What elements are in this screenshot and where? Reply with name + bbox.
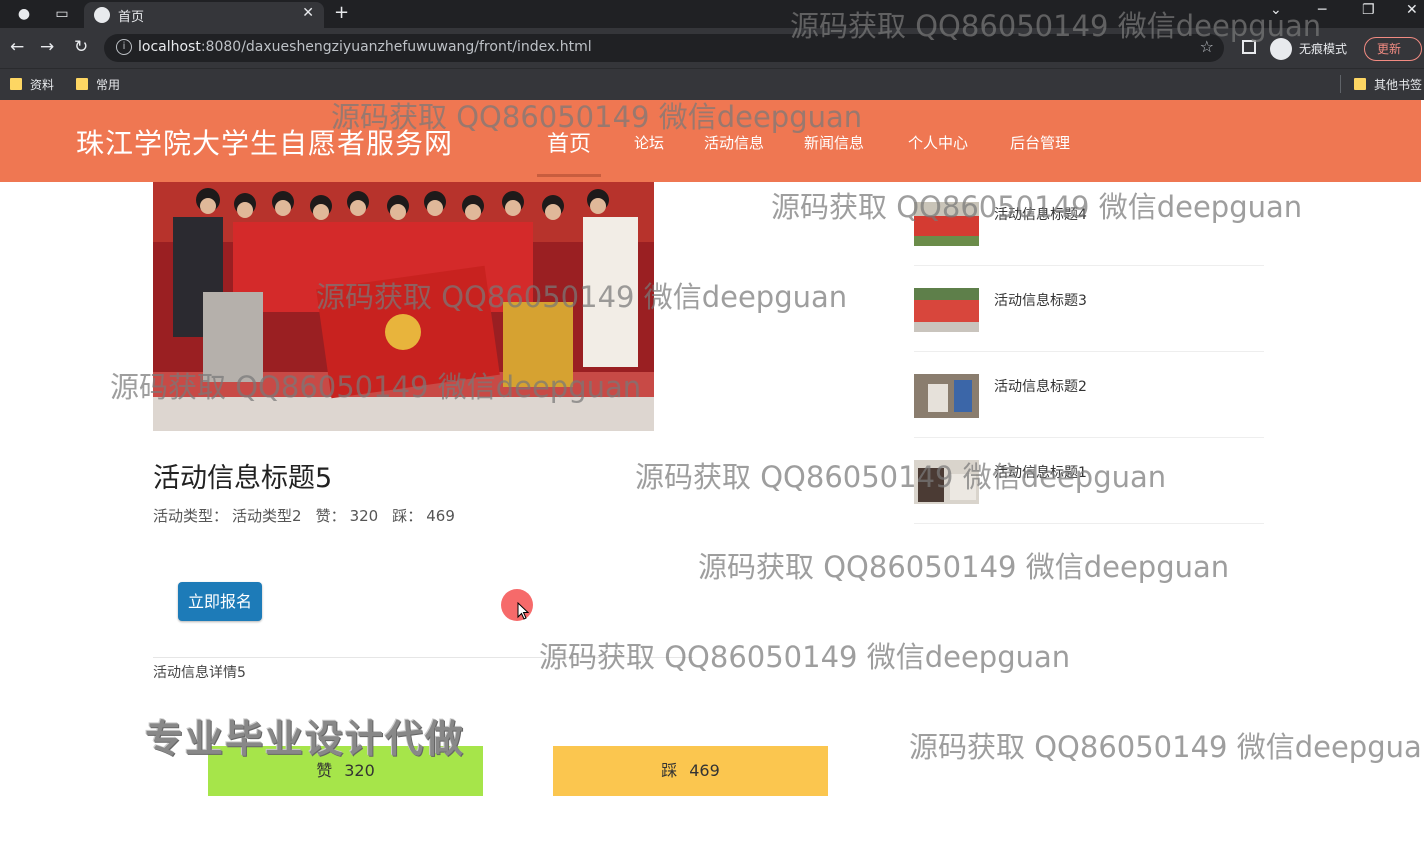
new-tab-icon[interactable]: +	[334, 2, 349, 23]
sidebar-item-label: 活动信息标题2	[994, 379, 1087, 395]
watermark: 源码获取 QQ86050149 微信deepgua	[909, 730, 1422, 764]
sidebar-thumbnail	[914, 460, 979, 504]
side-panel-icon[interactable]	[1242, 40, 1256, 54]
type-label: 活动类型：	[153, 507, 229, 525]
sidebar-item[interactable]: 活动信息标题2	[914, 352, 1264, 438]
tab-search-icon[interactable]: ⌄	[1270, 2, 1282, 18]
nav-news[interactable]: 新闻信息	[804, 132, 864, 153]
nav-active-indicator	[537, 174, 601, 177]
sidebar-item-label: 活动信息标题3	[994, 293, 1087, 309]
update-button[interactable]: 更新	[1364, 37, 1422, 61]
nav-admin[interactable]: 后台管理	[1010, 132, 1070, 153]
nav-home[interactable]: 首页	[547, 126, 591, 158]
folder-icon	[76, 78, 88, 90]
dislike-button[interactable]: 踩 469	[553, 746, 828, 796]
back-icon[interactable]: ←	[10, 37, 24, 57]
sidebar-thumbnail	[914, 374, 979, 418]
promo-overlay: 专业毕业设计代做	[145, 717, 466, 761]
dislike-count: 469	[426, 507, 455, 525]
like-count: 320	[349, 507, 379, 525]
folder-icon	[10, 78, 22, 90]
nav-activities[interactable]: 活动信息	[704, 132, 764, 153]
sidebar-item[interactable]: 活动信息标题3	[914, 266, 1264, 352]
minimize-icon[interactable]: ─	[1318, 2, 1326, 18]
like-label: 赞：	[315, 507, 346, 525]
type-value: 活动类型2	[232, 507, 302, 525]
sidebar-thumbnail	[914, 202, 979, 246]
reload-icon[interactable]: ↻	[74, 37, 88, 57]
sidebar-item[interactable]: 活动信息标题4	[914, 180, 1264, 266]
sidebar-thumbnail	[914, 288, 979, 332]
cursor-icon	[517, 602, 529, 620]
nav-forum[interactable]: 论坛	[634, 132, 664, 153]
info-icon[interactable]: i	[116, 39, 132, 55]
window-close-icon[interactable]: ✕	[1406, 2, 1418, 18]
tab-overview-icon[interactable]: ▭	[52, 4, 72, 24]
bookmark-folder[interactable]: 资料	[10, 76, 54, 93]
watermark: 源码获取 QQ86050149 微信deepguan	[698, 550, 1230, 584]
watermark: 源码获取 QQ86050149 微信deepguan	[539, 640, 1071, 674]
star-icon[interactable]: ☆	[1200, 37, 1214, 56]
activity-title: 活动信息标题5	[153, 463, 333, 494]
browser-tab-bar: ● ▭ 首页 ✕ + ⌄ ─ ❐ ✕	[0, 0, 1424, 28]
folder-icon	[1354, 78, 1366, 90]
activity-content: 活动信息详情5	[153, 665, 246, 681]
bookmark-separator	[1340, 75, 1341, 93]
nav-user-center[interactable]: 个人中心	[908, 132, 968, 153]
forward-icon[interactable]: →	[40, 37, 54, 57]
page-favicon-icon	[94, 7, 110, 23]
bookmarks-bar: 资料 常用 其他书签	[0, 68, 1424, 100]
restore-icon[interactable]: ❐	[1362, 2, 1375, 18]
address-toolbar: ← → ↻ i localhost:8080/daxueshengziyuanz…	[0, 28, 1424, 68]
dislike-label: 踩：	[392, 507, 423, 525]
site-title: 珠江学院大学生自愿者服务网	[76, 127, 454, 160]
browser-tab[interactable]: 首页 ✕	[84, 2, 324, 28]
other-bookmarks[interactable]: 其他书签	[1354, 76, 1422, 93]
site-header: 珠江学院大学生自愿者服务网 首页 论坛 活动信息 新闻信息 个人中心 后台管理	[0, 100, 1421, 182]
tab-title: 首页	[118, 10, 145, 25]
close-icon[interactable]: ✕	[302, 5, 314, 21]
content-divider	[153, 657, 693, 658]
globe-icon[interactable]: ●	[14, 4, 34, 24]
activity-photo	[153, 182, 654, 431]
sidebar-item-label: 活动信息标题4	[994, 207, 1087, 223]
bookmark-folder[interactable]: 常用	[76, 76, 120, 93]
activity-meta: 活动类型： 活动类型2 赞： 320 踩： 469	[153, 505, 459, 526]
sidebar-item[interactable]: 活动信息标题1	[914, 438, 1264, 524]
url-text[interactable]: localhost:8080/daxueshengziyuanzhefuwuwa…	[138, 39, 592, 55]
incognito-label: 无痕模式	[1299, 42, 1348, 56]
sidebar-item-label: 活动信息标题1	[994, 465, 1087, 481]
url-field[interactable]: i localhost:8080/daxueshengziyuanzhefuwu…	[104, 34, 1224, 62]
signup-button[interactable]: 立即报名	[178, 582, 262, 621]
incognito-icon[interactable]	[1270, 38, 1292, 60]
